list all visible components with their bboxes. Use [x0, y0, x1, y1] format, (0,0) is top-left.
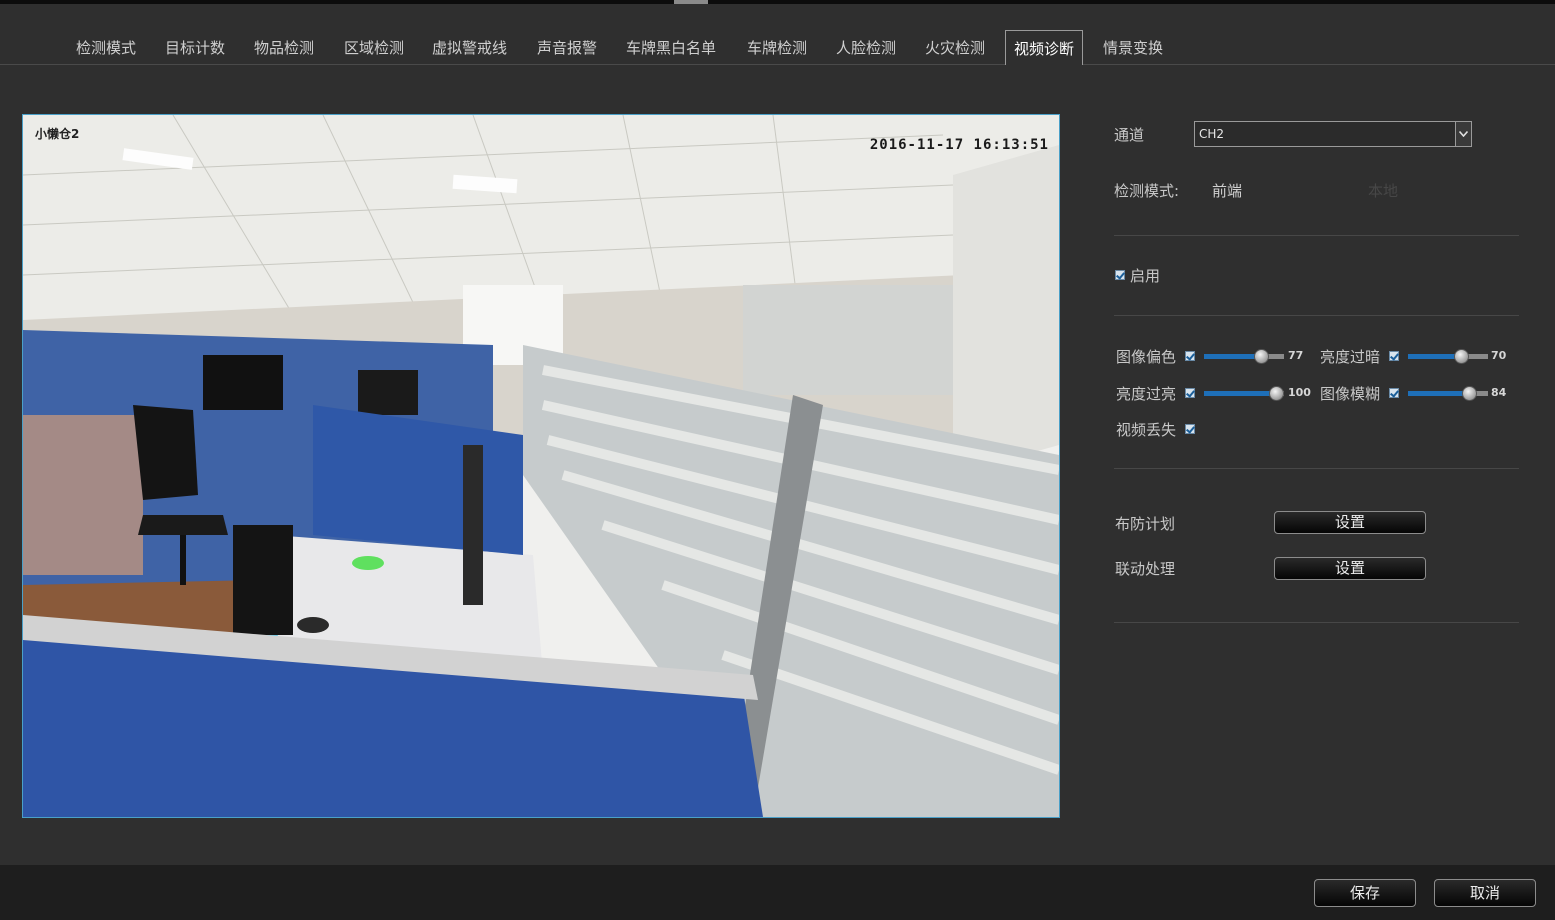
- tab-detection-mode[interactable]: 检测模式: [76, 32, 136, 65]
- tab-face-detection[interactable]: 人脸检测: [836, 32, 896, 65]
- tab-scene-change[interactable]: 情景变换: [1103, 32, 1163, 65]
- channel-select[interactable]: CH2: [1194, 121, 1472, 147]
- osd-channel-name: 小懒仓2: [35, 127, 80, 141]
- too-bright-slider[interactable]: [1204, 386, 1286, 401]
- slider-thumb[interactable]: [1269, 386, 1284, 401]
- divider: [1114, 622, 1519, 623]
- blur-value: 84: [1491, 386, 1507, 399]
- slider-thumb[interactable]: [1462, 386, 1477, 401]
- too-dark-value: 70: [1491, 349, 1507, 362]
- camera-scene: [23, 115, 1059, 817]
- tab-virtual-tripwire[interactable]: 虚拟警戒线: [432, 32, 507, 65]
- blur-checkbox[interactable]: [1389, 388, 1399, 398]
- mode-label: 检测模式:: [1114, 182, 1180, 200]
- mode-option-front[interactable]: 前端: [1212, 180, 1242, 201]
- mode-option-local[interactable]: 本地: [1368, 180, 1398, 201]
- schedule-settings-button[interactable]: 设置: [1274, 511, 1426, 534]
- too-bright-value: 100: [1288, 386, 1311, 399]
- blur-slider[interactable]: [1408, 386, 1490, 401]
- top-bar-notch: [674, 0, 708, 4]
- tab-area-detection[interactable]: 区域检测: [344, 32, 404, 65]
- cancel-button[interactable]: 取消: [1434, 879, 1536, 907]
- footer-bar: 保存 取消: [0, 865, 1555, 920]
- linkage-settings-button[interactable]: 设置: [1274, 557, 1426, 580]
- enable-checkbox[interactable]: [1115, 270, 1125, 280]
- linkage-label: 联动处理: [1115, 560, 1176, 578]
- enable-label: 启用: [1130, 267, 1161, 285]
- too-dark-label: 亮度过暗: [1320, 348, 1381, 366]
- tab-video-diagnosis[interactable]: 视频诊断: [1005, 30, 1084, 65]
- osd-timestamp: 2016-11-17 16:13:51: [869, 137, 1049, 153]
- too-dark-checkbox[interactable]: [1389, 351, 1399, 361]
- color-cast-checkbox[interactable]: [1185, 351, 1195, 361]
- tab-sound-alarm[interactable]: 声音报警: [537, 32, 597, 65]
- tab-bar: 检测模式 目标计数 物品检测 区域检测 虚拟警戒线 声音报警 车牌黑白名单 车牌…: [0, 30, 1555, 65]
- color-cast-label: 图像偏色: [1116, 348, 1177, 366]
- video-preview: 小懒仓2 2016-11-17 16:13:51: [22, 114, 1060, 818]
- slider-thumb[interactable]: [1254, 349, 1269, 364]
- save-button[interactable]: 保存: [1314, 879, 1416, 907]
- color-cast-slider[interactable]: [1204, 349, 1286, 364]
- channel-label: 通道: [1114, 126, 1145, 144]
- tab-plate-detection[interactable]: 车牌检测: [747, 32, 807, 65]
- chevron-down-icon[interactable]: [1455, 122, 1471, 146]
- top-bar: [0, 0, 1555, 4]
- tab-target-count[interactable]: 目标计数: [165, 32, 225, 65]
- too-bright-checkbox[interactable]: [1185, 388, 1195, 398]
- color-cast-value: 77: [1288, 349, 1304, 362]
- divider: [1114, 315, 1519, 316]
- divider: [1114, 235, 1519, 236]
- tab-plate-blacklist[interactable]: 车牌黑白名单: [626, 32, 716, 65]
- tab-object-detection[interactable]: 物品检测: [254, 32, 314, 65]
- blur-label: 图像模糊: [1320, 385, 1381, 403]
- too-bright-label: 亮度过亮: [1116, 385, 1177, 403]
- video-loss-label: 视频丢失: [1116, 421, 1177, 439]
- channel-select-value: CH2: [1199, 127, 1225, 141]
- video-loss-checkbox[interactable]: [1185, 424, 1195, 434]
- too-dark-slider[interactable]: [1408, 349, 1490, 364]
- schedule-label: 布防计划: [1115, 515, 1176, 533]
- diagnosis-settings-panel: 通道 CH2 检测模式: 前端 本地 启用 图像偏色 77 亮度过暗 70 亮度…: [1114, 115, 1519, 625]
- divider: [1114, 468, 1519, 469]
- slider-thumb[interactable]: [1454, 349, 1469, 364]
- tab-fire-detection[interactable]: 火灾检测: [925, 32, 985, 65]
